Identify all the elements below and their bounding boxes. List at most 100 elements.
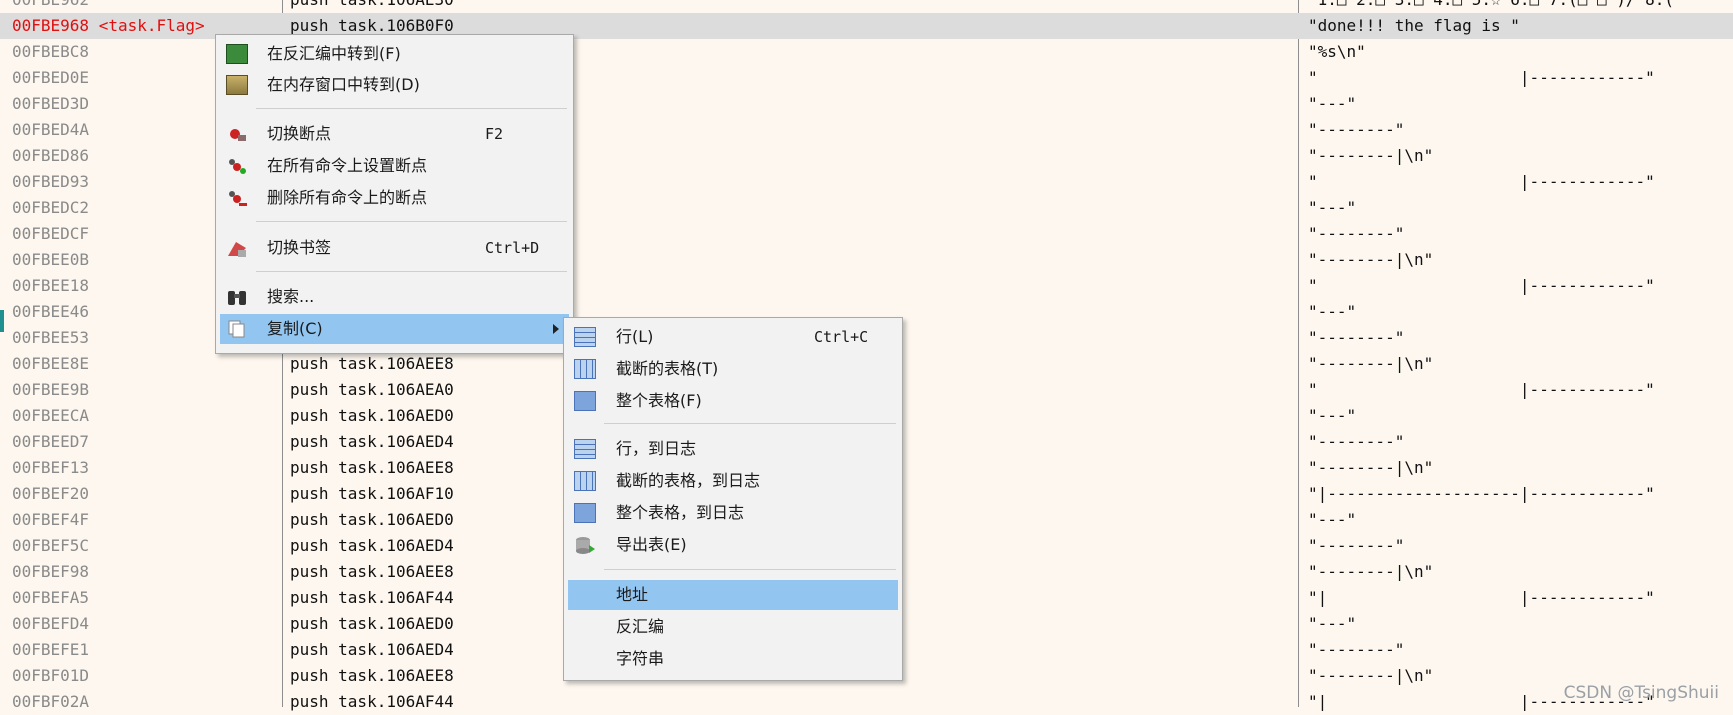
table-full-icon bbox=[574, 503, 596, 523]
string-cell: "---" bbox=[1308, 94, 1357, 113]
address-cell: 00FBEECA bbox=[12, 406, 90, 425]
submenu-copy-cropped-table-log-label: 截断的表格，到日志 bbox=[616, 471, 761, 490]
menu-separator bbox=[604, 569, 896, 570]
table-cropped-icon bbox=[574, 471, 596, 491]
submenu-copy-disassembly-label: 反汇编 bbox=[616, 617, 665, 636]
bookmark-icon bbox=[226, 238, 248, 258]
table-full-icon bbox=[574, 391, 596, 411]
menu-search-label: 搜索... bbox=[267, 287, 315, 306]
menu-delete-breakpoint-all[interactable]: 删除所有命令上的断点 bbox=[220, 183, 569, 213]
menu-copy-label: 复制(C) bbox=[267, 319, 323, 338]
string-cell: "--------|\n" bbox=[1308, 354, 1434, 373]
string-cell: "1.□ 2.□ 3.□ 4.□ 5.☆ 6.□ 7.(□ □ )/ 8.(" bbox=[1308, 0, 1733, 13]
menu-set-breakpoint-all-label: 在所有命令上设置断点 bbox=[267, 156, 428, 175]
address-cell: 00FBE962 bbox=[12, 0, 282, 13]
submenu-copy-line-label: 行(L) bbox=[616, 327, 654, 346]
menu-separator bbox=[604, 423, 896, 424]
address-cell: 00FBEF13 bbox=[12, 458, 90, 477]
string-cell: "---" bbox=[1308, 406, 1357, 425]
address-cell: 00FBEFA5 bbox=[12, 588, 90, 607]
menu-toggle-breakpoint-shortcut: F2 bbox=[485, 125, 504, 143]
submenu-copy-address[interactable]: 地址 bbox=[568, 580, 898, 610]
submenu-copy-string[interactable]: 字符串 bbox=[568, 644, 898, 674]
string-cell: "--------" bbox=[1308, 432, 1405, 451]
submenu-export-table[interactable]: 导出表(E) bbox=[568, 530, 898, 560]
menu-separator bbox=[256, 221, 567, 222]
string-cell: "--------" bbox=[1308, 328, 1405, 347]
address-cell: 00FBF02A bbox=[12, 692, 90, 711]
string-cell: "---" bbox=[1308, 614, 1357, 633]
menu-separator bbox=[256, 271, 567, 272]
cpu-chip-icon bbox=[226, 44, 248, 64]
string-cell: "done!!! the flag is " bbox=[1308, 16, 1520, 35]
binoculars-icon bbox=[226, 287, 248, 307]
string-cell: "--------" bbox=[1308, 536, 1405, 555]
address-cell: 00FBEF5C bbox=[12, 536, 90, 555]
menu-goto-memory-label: 在内存窗口中转到(D) bbox=[267, 75, 420, 94]
table-row[interactable]: 00FBE962 push task.106AE30 "1.□ 2.□ 3.□ 4.… bbox=[0, 0, 1733, 13]
breakpoint-remove-icon bbox=[226, 188, 248, 208]
submenu-arrow-icon bbox=[553, 324, 559, 334]
menu-copy[interactable]: 复制(C) bbox=[220, 314, 569, 344]
submenu-copy-line-log[interactable]: 行，到日志 bbox=[568, 434, 898, 464]
address-cell: 00FBEE8E bbox=[12, 354, 90, 373]
menu-goto-disassembly[interactable]: 在反汇编中转到(F) bbox=[220, 39, 569, 69]
submenu-copy-line-log-label: 行，到日志 bbox=[616, 439, 697, 458]
menu-toggle-bookmark[interactable]: 切换书签 Ctrl+D bbox=[220, 233, 569, 263]
address-cell: 00FBF01D bbox=[12, 666, 90, 685]
string-cell: "--------" bbox=[1308, 640, 1405, 659]
submenu-copy-full-table-log[interactable]: 整个表格，到日志 bbox=[568, 498, 898, 528]
submenu-copy-cropped-table-log[interactable]: 截断的表格，到日志 bbox=[568, 466, 898, 496]
watermark: CSDN @TsingShuii bbox=[1563, 683, 1719, 703]
submenu-copy-address-label: 地址 bbox=[616, 585, 649, 604]
submenu-copy-full-table-label: 整个表格(F) bbox=[616, 391, 702, 410]
string-cell: "|--------------------|------------" bbox=[1308, 484, 1655, 503]
disassembly-cell: push task.106AF44 bbox=[290, 692, 454, 711]
string-cell: " |------------" bbox=[1308, 68, 1655, 87]
address-cell: 00FBEED7 bbox=[12, 432, 90, 451]
string-cell: "--------|\n" bbox=[1308, 458, 1434, 477]
menu-toggle-breakpoint-label: 切换断点 bbox=[267, 124, 332, 143]
menu-separator bbox=[256, 108, 567, 109]
export-database-icon bbox=[574, 535, 596, 555]
table-row-icon bbox=[574, 327, 596, 347]
submenu-copy-disassembly[interactable]: 反汇编 bbox=[568, 612, 898, 642]
menu-search[interactable]: 搜索... bbox=[220, 282, 569, 312]
copy-icon bbox=[226, 319, 248, 339]
address-cell: 00FBEFE1 bbox=[12, 640, 90, 659]
submenu-copy-line-shortcut: Ctrl+C bbox=[814, 328, 869, 346]
table-row[interactable]: 00FBF02A push task.106AF44 "| |-----------… bbox=[0, 689, 1733, 715]
menu-toggle-bookmark-label: 切换书签 bbox=[267, 238, 332, 257]
submenu-copy-line[interactable]: 行(L) Ctrl+C bbox=[568, 322, 898, 352]
submenu-copy-cropped-table[interactable]: 截断的表格(T) bbox=[568, 354, 898, 384]
menu-delete-breakpoint-all-label: 删除所有命令上的断点 bbox=[267, 188, 428, 207]
table-cropped-icon bbox=[574, 359, 596, 379]
address-cell: 00FBEF20 bbox=[12, 484, 90, 503]
string-cell: "%s\n" bbox=[1308, 42, 1366, 61]
submenu-copy-cropped-table-label: 截断的表格(T) bbox=[616, 359, 719, 378]
string-cell: "---" bbox=[1308, 302, 1357, 321]
submenu-copy-string-label: 字符串 bbox=[616, 649, 665, 668]
string-cell: " |------------" bbox=[1308, 380, 1655, 399]
string-cell: "--------|\n" bbox=[1308, 250, 1434, 269]
submenu-copy-full-table[interactable]: 整个表格(F) bbox=[568, 386, 898, 416]
menu-set-breakpoint-all[interactable]: 在所有命令上设置断点 bbox=[220, 151, 569, 181]
address-cell: 00FBEFD4 bbox=[12, 614, 90, 633]
string-cell: "---" bbox=[1308, 510, 1357, 529]
submenu-export-table-label: 导出表(E) bbox=[616, 535, 687, 554]
string-cell: "| |------------" bbox=[1308, 588, 1655, 607]
address-cell: 00FBEF4F bbox=[12, 510, 90, 529]
menu-goto-memory[interactable]: 在内存窗口中转到(D) bbox=[220, 70, 569, 100]
menu-toggle-breakpoint[interactable]: 切换断点 F2 bbox=[220, 119, 569, 149]
memory-dump-icon bbox=[226, 75, 248, 95]
string-cell: "---" bbox=[1308, 198, 1357, 217]
menu-toggle-bookmark-shortcut: Ctrl+D bbox=[485, 239, 540, 257]
string-cell: "--------|\n" bbox=[1308, 562, 1434, 581]
string-cell: "--------" bbox=[1308, 224, 1405, 243]
string-cell: "--------|\n" bbox=[1308, 146, 1434, 165]
address-cell: 00FBEE9B bbox=[12, 380, 90, 399]
breakpoint-add-icon bbox=[226, 156, 248, 176]
copy-submenu: 行(L) Ctrl+C 截断的表格(T) 整个表格(F) 行，到日志 截断的表格… bbox=[563, 317, 903, 681]
disassembly-cell: push task.106AE30 bbox=[290, 0, 1290, 13]
submenu-copy-full-table-log-label: 整个表格，到日志 bbox=[616, 503, 745, 522]
